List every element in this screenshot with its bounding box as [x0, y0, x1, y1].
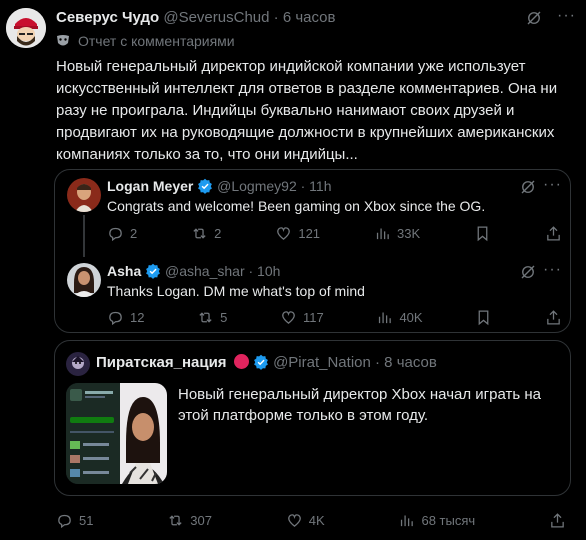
verified-badge-icon: [146, 263, 161, 279]
red-circle-icon: [233, 354, 249, 369]
reply-actions: 2 2 121 33K: [107, 225, 562, 242]
author-handle[interactable]: @SeverusChud: [163, 9, 269, 26]
grok-icon[interactable]: [519, 263, 537, 286]
more-options-icon[interactable]: ···: [557, 7, 576, 25]
reply-avatar-asha[interactable]: [67, 263, 101, 297]
repost-button[interactable]: 307: [167, 512, 212, 529]
reply-author-line: Logan Meyer @Logmey92 · 11h: [107, 178, 332, 194]
quoted-avatar[interactable]: [66, 352, 90, 376]
reply-button[interactable]: 51: [56, 512, 93, 529]
more-options-icon[interactable]: ···: [543, 261, 562, 279]
share-icon[interactable]: [545, 309, 562, 326]
views-button[interactable]: 68 тысяч: [398, 512, 475, 529]
views-button[interactable]: 40K: [376, 309, 423, 326]
grok-icon[interactable]: [519, 178, 537, 201]
reply-text: Congrats and welcome! Been gaming on Xbo…: [107, 198, 486, 214]
share-icon[interactable]: [545, 225, 562, 242]
quoted-text: Новый генеральный директор Xbox начал иг…: [178, 386, 541, 424]
author-line: Северус Чудо @SeverusChud · 6 часов: [56, 9, 335, 26]
report-subtitle: Отчет с комментариями: [56, 33, 235, 49]
bookmark-icon[interactable]: [474, 225, 491, 242]
subtitle-text: Отчет с комментариями: [78, 33, 235, 49]
author-name[interactable]: Северус Чудо: [56, 9, 159, 26]
quoted-author-name[interactable]: Пиратская_нация: [96, 354, 227, 371]
quoted-media-thumbnail[interactable]: [66, 383, 167, 484]
quoted-author-line: Пиратская_нация @Pirat_Nation · 8 часов: [96, 354, 437, 371]
like-button[interactable]: 117: [280, 309, 324, 326]
tweet-text: Новый генеральный директор индийской ком…: [56, 58, 558, 163]
verified-badge-icon: [253, 354, 268, 370]
repost-button[interactable]: 2: [191, 225, 221, 242]
reply-time[interactable]: · 11h: [301, 178, 332, 194]
mask-icon: [56, 34, 70, 48]
reply-author-name[interactable]: Logan Meyer: [107, 178, 193, 194]
tweet-actions: 51 307 4K 68 тысяч: [56, 512, 566, 529]
reply-text: Thanks Logan. DM me what's top of mind: [107, 283, 365, 299]
reply-handle[interactable]: @Logmey92: [217, 178, 297, 194]
reply-button[interactable]: 12: [107, 309, 144, 326]
like-button[interactable]: 121: [275, 225, 320, 242]
reply-time[interactable]: · 10h: [249, 263, 281, 279]
verified-badge-icon: [198, 178, 213, 194]
like-button[interactable]: 4K: [286, 512, 325, 529]
quoted-time[interactable]: · 8 часов: [375, 354, 437, 371]
reply-handle[interactable]: @asha_shar: [165, 263, 245, 279]
reply-author-line: Asha @asha_shar · 10h: [107, 263, 280, 279]
tweet-time[interactable]: · 6 часов: [274, 9, 336, 26]
bookmark-icon[interactable]: [475, 309, 492, 326]
reply-author-name[interactable]: Asha: [107, 263, 141, 279]
views-button[interactable]: 33K: [374, 225, 420, 242]
thread-connector: [83, 215, 85, 257]
more-options-icon[interactable]: ···: [543, 176, 562, 194]
repost-button[interactable]: 5: [197, 309, 227, 326]
reply-actions: 12 5 117 40K: [107, 309, 562, 326]
reply-avatar-logan[interactable]: [67, 178, 101, 212]
quoted-handle[interactable]: @Pirat_Nation: [273, 354, 371, 371]
share-icon[interactable]: [549, 512, 566, 529]
author-avatar[interactable]: [6, 8, 46, 48]
grok-icon[interactable]: [525, 9, 543, 32]
reply-button[interactable]: 2: [107, 225, 137, 242]
